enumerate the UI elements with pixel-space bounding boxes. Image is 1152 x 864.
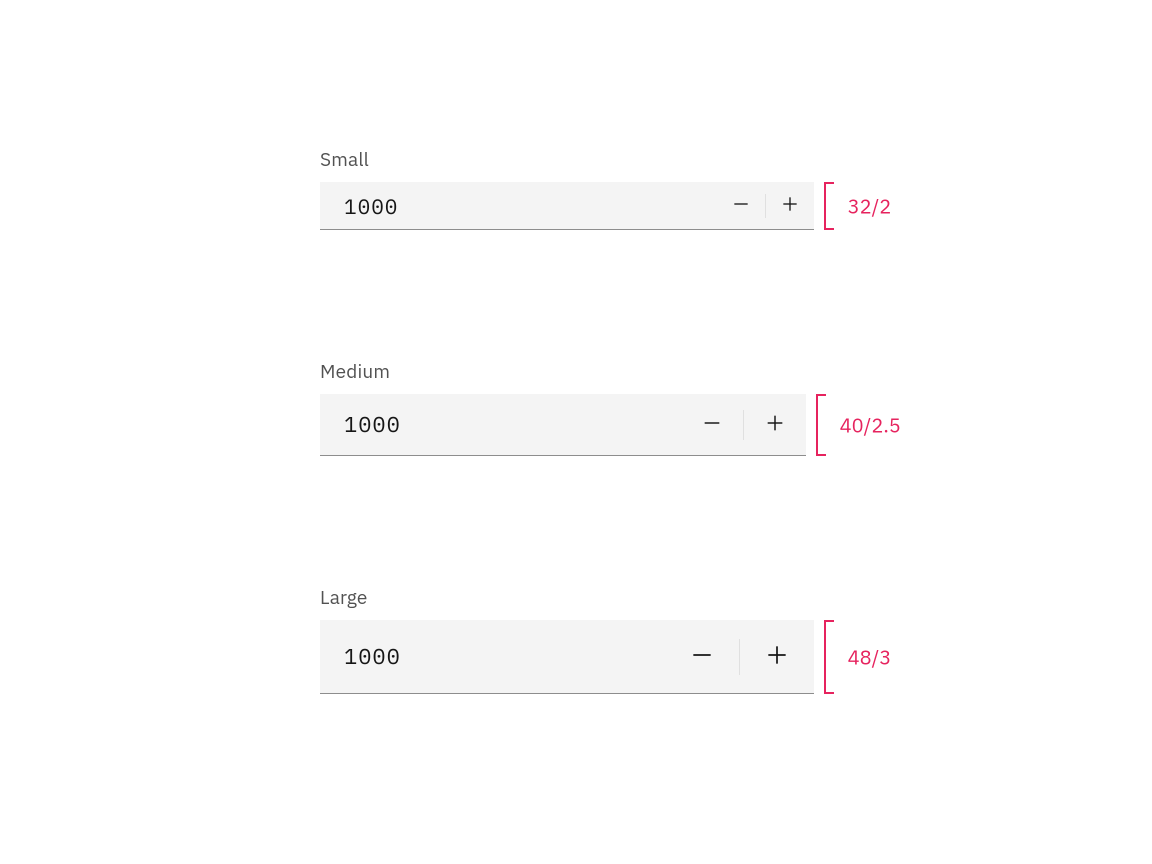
plus-icon <box>764 642 790 671</box>
minus-icon <box>731 194 751 217</box>
plus-icon <box>780 194 800 217</box>
number-input-group-large: Large 1000 48/3 <box>320 586 920 694</box>
size-annotation-large: 48/3 <box>848 644 892 671</box>
number-value-medium[interactable]: 1000 <box>320 394 681 455</box>
size-annotation-medium: 40/2.5 <box>840 412 901 439</box>
number-input-medium: 1000 <box>320 394 806 456</box>
size-label-small: Small <box>320 148 920 172</box>
increment-button-large[interactable] <box>740 620 814 693</box>
plus-icon <box>764 412 786 437</box>
increment-button-small[interactable] <box>766 182 814 229</box>
size-bracket-large: 48/3 <box>824 620 920 694</box>
number-input-group-small: Small 1000 32/2 <box>320 148 920 230</box>
size-bracket-small: 32/2 <box>824 182 920 230</box>
row-small: 1000 32/2 <box>320 182 920 230</box>
decrement-button-medium[interactable] <box>681 394 743 455</box>
number-input-small: 1000 <box>320 182 814 230</box>
number-input-group-medium: Medium 1000 40/2.5 <box>320 360 920 456</box>
size-annotation-small: 32/2 <box>848 193 892 220</box>
size-label-large: Large <box>320 586 920 610</box>
size-label-medium: Medium <box>320 360 920 384</box>
row-medium: 1000 40/2.5 <box>320 394 920 456</box>
number-value-small[interactable]: 1000 <box>320 182 717 229</box>
row-large: 1000 48/3 <box>320 620 920 694</box>
decrement-button-large[interactable] <box>665 620 739 693</box>
number-input-large: 1000 <box>320 620 814 694</box>
minus-icon <box>689 642 715 671</box>
increment-button-medium[interactable] <box>744 394 806 455</box>
size-bracket-medium: 40/2.5 <box>816 394 920 456</box>
decrement-button-small[interactable] <box>717 182 765 229</box>
minus-icon <box>701 412 723 437</box>
number-value-large[interactable]: 1000 <box>320 620 665 693</box>
